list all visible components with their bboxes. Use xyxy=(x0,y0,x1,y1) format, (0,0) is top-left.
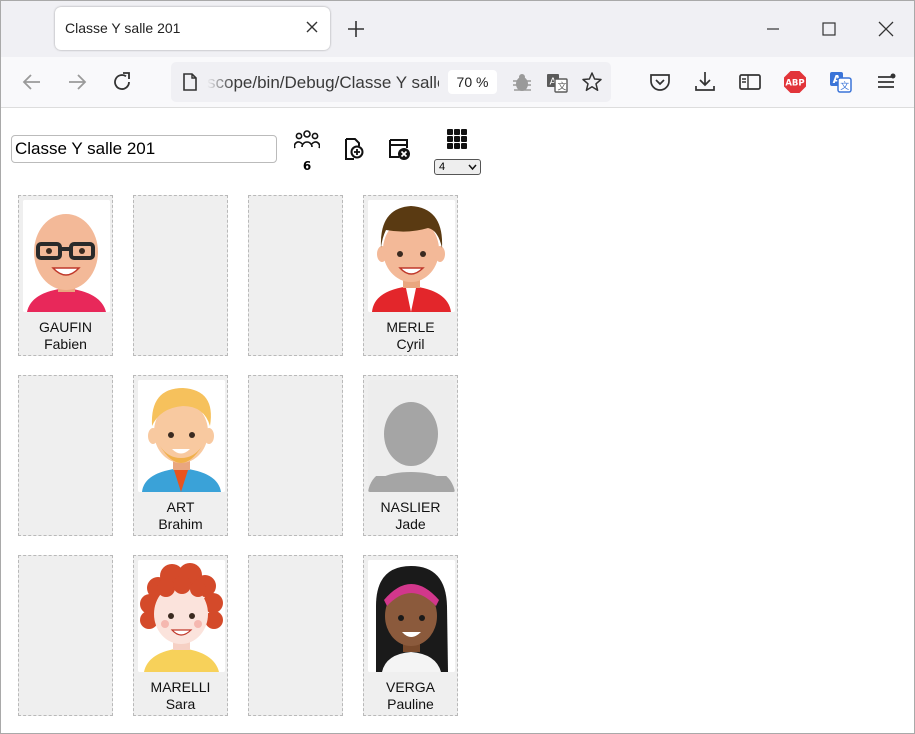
svg-text:文: 文 xyxy=(840,80,849,92)
student-avatar xyxy=(368,200,455,312)
student-first-name: Brahim xyxy=(158,516,203,532)
seat-occupied[interactable]: MARELLI Sara xyxy=(133,555,228,716)
seat-empty[interactable] xyxy=(18,555,113,716)
student-first-name: Fabien xyxy=(44,336,87,352)
student-avatar xyxy=(368,560,455,672)
svg-text:文: 文 xyxy=(558,81,567,93)
new-tab-icon[interactable] xyxy=(345,18,367,40)
student-last-name: GAUFIN xyxy=(39,319,92,335)
remove-seat-icon[interactable] xyxy=(387,137,413,168)
zoom-indicator[interactable]: 70 % xyxy=(448,70,497,94)
seat-empty[interactable] xyxy=(248,195,343,356)
page-icon xyxy=(181,72,199,97)
app-menu-icon[interactable] xyxy=(873,69,899,95)
chevron-down-icon xyxy=(468,164,477,171)
forward-arrow-icon[interactable] xyxy=(64,69,90,95)
student-name: MERLE Cyril xyxy=(364,319,457,353)
student-name: MARELLI Sara xyxy=(134,679,227,713)
student-first-name: Jade xyxy=(395,516,426,532)
close-window-icon[interactable] xyxy=(875,18,897,40)
student-last-name: NASLIER xyxy=(380,499,441,515)
seat-occupied[interactable]: GAUFIN Fabien xyxy=(18,195,113,356)
columns-select-value: 4 xyxy=(439,161,446,173)
add-student-icon[interactable] xyxy=(343,136,365,167)
url-fade xyxy=(207,70,233,94)
student-last-name: MARELLI xyxy=(150,679,211,695)
tab-title: Classe Y salle 201 xyxy=(65,20,181,36)
back-arrow-icon[interactable] xyxy=(19,69,45,95)
seat-empty[interactable] xyxy=(133,195,228,356)
student-name: GAUFIN Fabien xyxy=(19,319,112,353)
translate-extension-icon[interactable]: A文 xyxy=(827,69,853,95)
maximize-icon[interactable] xyxy=(818,18,840,40)
minimize-icon[interactable] xyxy=(762,18,784,40)
reader-view-icon[interactable] xyxy=(737,69,763,95)
student-last-name: VERGA xyxy=(385,679,435,695)
tab-active[interactable]: Classe Y salle 201 xyxy=(55,7,330,50)
class-name-input[interactable] xyxy=(11,135,277,163)
navigation-toolbar: scope/bin/Debug/Classe Y salle 201 70 % … xyxy=(1,57,914,108)
page-content: 6 4 xyxy=(1,108,914,733)
tab-strip: Classe Y salle 201 xyxy=(1,1,914,57)
bookmark-star-icon[interactable] xyxy=(581,71,603,98)
pocket-icon[interactable] xyxy=(647,69,673,95)
tab-close-icon[interactable] xyxy=(301,16,323,38)
browser-window: Classe Y salle 201 scope/bin/Debug/Class… xyxy=(0,0,915,734)
students-group-icon[interactable] xyxy=(293,129,321,156)
seat-occupied[interactable]: VERGA Pauline xyxy=(363,555,458,716)
student-name: ART Brahim xyxy=(134,499,227,533)
student-first-name: Cyril xyxy=(396,336,425,352)
grid-layout-icon[interactable] xyxy=(446,128,468,155)
student-avatar xyxy=(368,380,455,492)
student-avatar xyxy=(138,380,225,492)
address-bar[interactable]: scope/bin/Debug/Classe Y salle 201 70 % … xyxy=(171,62,611,102)
student-name: NASLIER Jade xyxy=(364,499,457,533)
svg-text:ABP: ABP xyxy=(785,79,804,89)
seat-occupied[interactable]: NASLIER Jade xyxy=(363,375,458,536)
student-avatar xyxy=(138,560,225,672)
student-name: VERGA Pauline xyxy=(364,679,457,713)
download-icon[interactable] xyxy=(692,69,718,95)
student-first-name: Sara xyxy=(165,696,196,712)
seat-occupied[interactable]: MERLE Cyril xyxy=(363,195,458,356)
seat-empty[interactable] xyxy=(248,375,343,536)
seat-empty[interactable] xyxy=(18,375,113,536)
columns-select[interactable]: 4 xyxy=(434,159,481,175)
bug-icon[interactable] xyxy=(511,72,533,99)
student-last-name: MERLE xyxy=(386,319,435,335)
adblock-plus-icon[interactable]: ABP xyxy=(782,69,808,95)
student-last-name: ART xyxy=(166,499,195,515)
student-avatar xyxy=(23,200,110,312)
seat-empty[interactable] xyxy=(248,555,343,716)
translate-icon[interactable]: A文 xyxy=(545,71,569,100)
url-text[interactable]: scope/bin/Debug/Classe Y salle 201 xyxy=(207,73,439,93)
student-count: 6 xyxy=(302,159,312,173)
seat-occupied[interactable]: ART Brahim xyxy=(133,375,228,536)
reload-icon[interactable] xyxy=(109,69,135,95)
student-first-name: Pauline xyxy=(387,696,434,712)
